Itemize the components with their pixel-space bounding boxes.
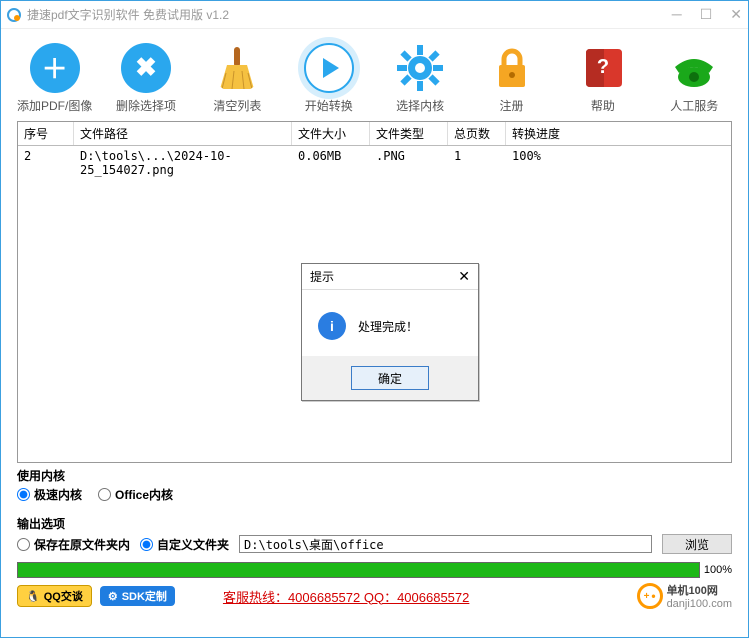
- app-window: 捷速pdf文字识别软件 免费试用版 v1.2 ─ ☐ ✕ ＋ 添加PDF/图像 …: [0, 0, 749, 638]
- play-icon: [304, 43, 354, 93]
- col-type[interactable]: 文件类型: [370, 122, 448, 145]
- service-button[interactable]: 人工服务: [649, 43, 740, 114]
- gear-icon: [395, 43, 445, 93]
- col-size[interactable]: 文件大小: [292, 122, 370, 145]
- phone-icon: [669, 43, 719, 93]
- overall-progress: 100%: [17, 562, 732, 578]
- radio-save-original[interactable]: 保存在原文件夹内: [17, 536, 130, 553]
- help-button[interactable]: ? 帮助: [557, 43, 648, 114]
- broom-icon: [212, 43, 262, 93]
- radio-custom-folder[interactable]: 自定义文件夹: [140, 536, 229, 553]
- dialog-close-button[interactable]: ✕: [458, 268, 470, 285]
- kernel-title: 使用内核: [17, 467, 732, 484]
- dialog-message: 处理完成！: [358, 318, 418, 335]
- plus-icon: ＋: [30, 43, 80, 93]
- minimize-button[interactable]: ─: [672, 6, 682, 23]
- app-logo-icon: [7, 8, 21, 22]
- x-icon: ✖: [121, 43, 171, 93]
- close-button[interactable]: ✕: [730, 6, 742, 23]
- add-pdf-button[interactable]: ＋ 添加PDF/图像: [9, 43, 100, 114]
- table-row[interactable]: 2 D:\tools\...\2024-10-25_154027.png 0.0…: [18, 146, 731, 180]
- titlebar: 捷速pdf文字识别软件 免费试用版 v1.2 ─ ☐ ✕: [1, 1, 748, 29]
- col-seq[interactable]: 序号: [18, 122, 74, 145]
- info-icon: i: [318, 312, 346, 340]
- col-path[interactable]: 文件路径: [74, 122, 292, 145]
- progress-percent: 100%: [704, 564, 732, 576]
- col-pages[interactable]: 总页数: [448, 122, 506, 145]
- progress-fill: [17, 562, 700, 578]
- brand-logo[interactable]: 单机100网 danji100.com: [637, 582, 732, 610]
- window-title: 捷速pdf文字识别软件 免费试用版 v1.2: [27, 6, 672, 23]
- output-title: 输出选项: [17, 515, 732, 532]
- svg-text:?: ?: [597, 56, 609, 78]
- help-book-icon: ?: [578, 43, 628, 93]
- browse-button[interactable]: 浏览: [662, 534, 732, 554]
- main-toolbar: ＋ 添加PDF/图像 ✖ 删除选择项 清空列表 开始转换 选择内核: [1, 29, 748, 121]
- hotline-link[interactable]: 客服热线：4006685572 QQ：4006685572: [223, 587, 469, 606]
- sdk-button[interactable]: ⚙ SDK定制: [100, 586, 175, 606]
- output-path-input[interactable]: [239, 535, 652, 553]
- register-button[interactable]: 注册: [466, 43, 557, 114]
- gamepad-icon: [637, 583, 663, 609]
- kernel-section: 使用内核 极速内核 Office内核: [1, 463, 748, 511]
- table-header: 序号 文件路径 文件大小 文件类型 总页数 转换进度: [18, 122, 731, 146]
- info-dialog: 提示 ✕ i 处理完成！ 确定: [301, 263, 479, 401]
- select-kernel-button[interactable]: 选择内核: [375, 43, 466, 114]
- qq-chat-button[interactable]: 🐧 QQ交谈: [17, 585, 92, 607]
- maximize-button[interactable]: ☐: [700, 6, 713, 23]
- lock-icon: [487, 43, 537, 93]
- footer: 🐧 QQ交谈 ⚙ SDK定制 客服热线：4006685572 QQ：400668…: [17, 582, 732, 610]
- dialog-ok-button[interactable]: 确定: [351, 366, 429, 390]
- radio-fast-kernel[interactable]: 极速内核: [17, 486, 82, 503]
- start-convert-button[interactable]: 开始转换: [283, 43, 374, 114]
- radio-office-kernel[interactable]: Office内核: [98, 486, 173, 503]
- dialog-title: 提示: [310, 268, 334, 285]
- col-progress[interactable]: 转换进度: [506, 122, 731, 145]
- clear-list-button[interactable]: 清空列表: [192, 43, 283, 114]
- output-section: 输出选项 保存在原文件夹内 自定义文件夹 浏览: [1, 511, 748, 558]
- delete-button[interactable]: ✖ 删除选择项: [100, 43, 191, 114]
